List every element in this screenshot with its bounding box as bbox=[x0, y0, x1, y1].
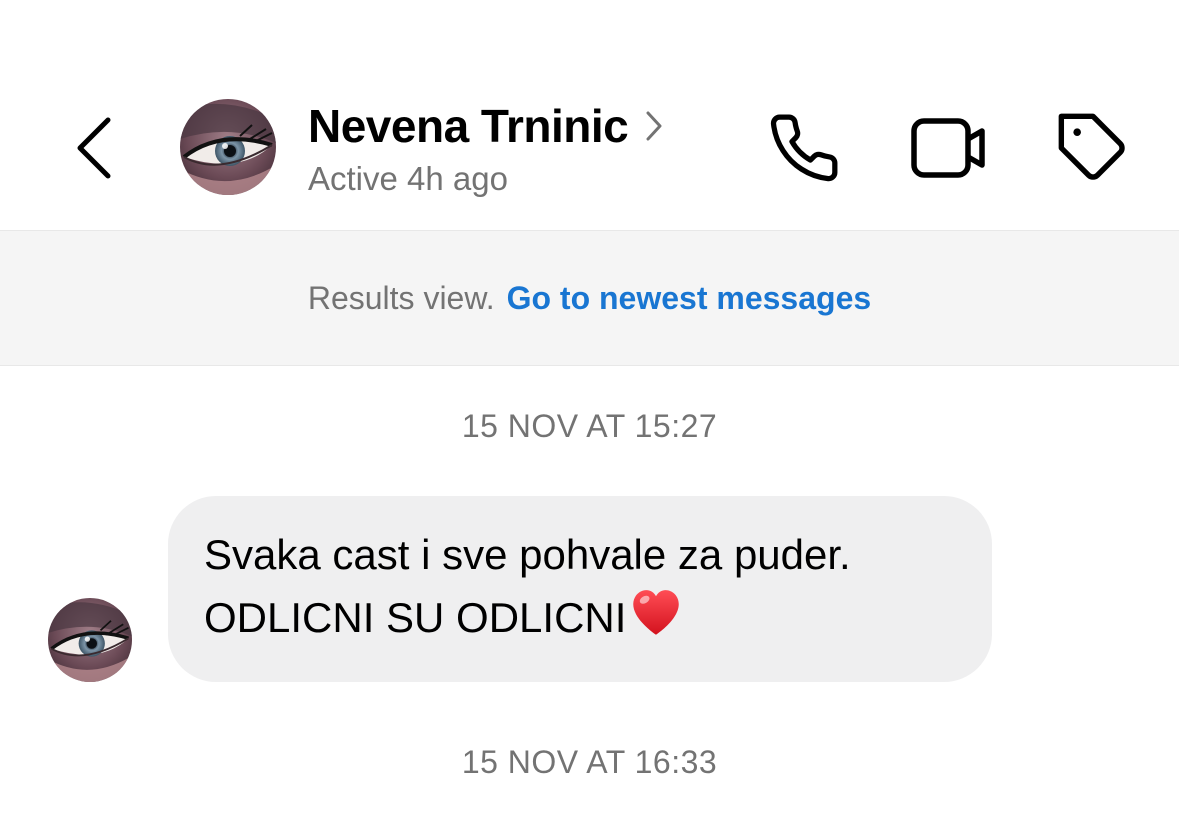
go-to-newest-link[interactable]: Go to newest messages bbox=[507, 280, 872, 317]
phone-icon bbox=[770, 114, 838, 182]
message-text-line-2-text: ODLICNI SU ODLICNI bbox=[204, 594, 627, 641]
eye-makeup-avatar-image bbox=[48, 598, 132, 682]
audio-call-button[interactable] bbox=[764, 108, 844, 188]
contact-avatar[interactable] bbox=[180, 99, 276, 195]
video-call-button[interactable] bbox=[908, 108, 988, 188]
video-icon bbox=[911, 118, 985, 178]
timestamp-divider: 15 NOV AT 15:27 bbox=[461, 408, 718, 444]
message-bubble[interactable]: Svaka cast i sve pohvale za puder. ODLIC… bbox=[168, 496, 992, 682]
chat-header: Nevena Trninic Active 4h ago bbox=[0, 0, 1179, 230]
message-text-line-2: ODLICNI SU ODLICNI bbox=[204, 584, 956, 647]
results-banner: Results view. Go to newest messages bbox=[0, 230, 1179, 366]
label-button[interactable] bbox=[1053, 108, 1133, 188]
timestamp-divider-2: 15 NOV AT 16:33 bbox=[461, 744, 718, 780]
contact-status: Active 4h ago bbox=[308, 160, 508, 197]
sender-avatar[interactable] bbox=[48, 598, 132, 682]
results-view-label: Results view. bbox=[307, 279, 495, 316]
back-button[interactable] bbox=[62, 108, 126, 188]
heart-emoji-icon bbox=[633, 590, 680, 635]
contact-name-row: Nevena Trninic bbox=[308, 96, 728, 156]
chevron-right-icon bbox=[644, 109, 664, 143]
message-text-line-1: Svaka cast i sve pohvale za puder. bbox=[204, 531, 851, 578]
chat-screen: Nevena Trninic Active 4h ago Results vie… bbox=[0, 0, 1179, 831]
contact-name: Nevena Trninic bbox=[308, 100, 629, 152]
chevron-left-icon bbox=[77, 117, 111, 179]
contact-info[interactable]: Nevena Trninic Active 4h ago bbox=[308, 96, 728, 206]
tag-icon bbox=[1058, 113, 1125, 180]
eye-makeup-avatar-image bbox=[180, 99, 276, 195]
